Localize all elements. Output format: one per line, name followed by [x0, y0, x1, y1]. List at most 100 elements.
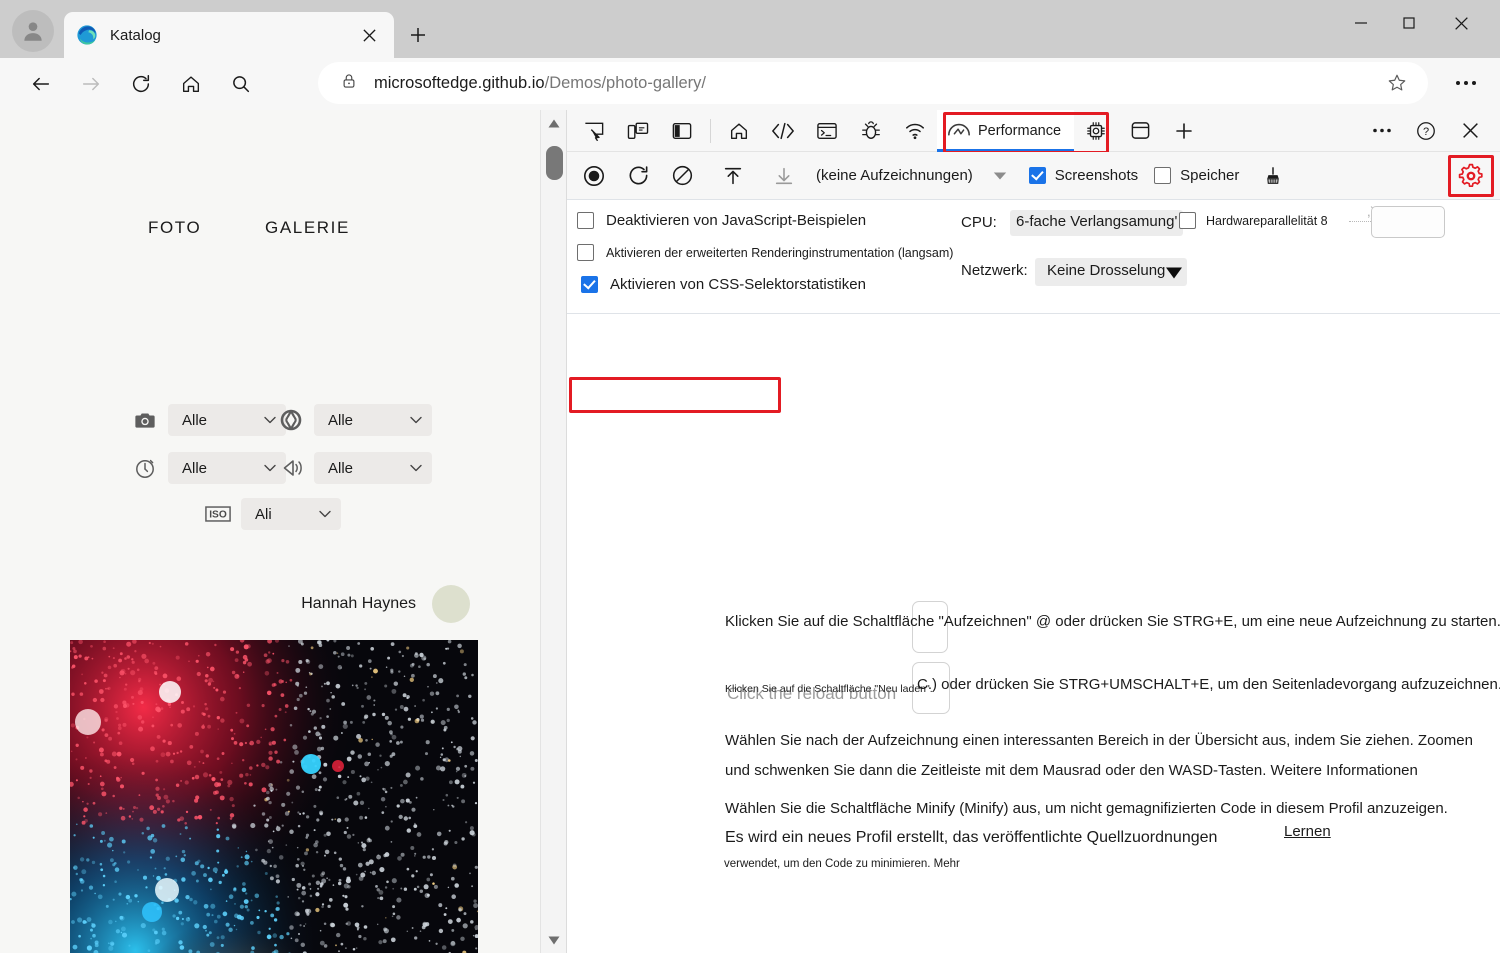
application-storage-icon[interactable] [1123, 116, 1157, 146]
minimize-icon [1355, 22, 1367, 24]
maximize-icon [1403, 17, 1415, 29]
home-button[interactable] [172, 65, 210, 103]
new-tab-button[interactable] [400, 19, 436, 51]
scroll-down-arrow-icon[interactable] [541, 927, 567, 953]
ellipsis-icon [1373, 128, 1391, 133]
record-circle-icon[interactable] [577, 161, 611, 191]
browser-tab[interactable]: Katalog [64, 12, 394, 58]
avatar [432, 585, 470, 623]
console-icon[interactable] [810, 116, 844, 146]
reload-and-record-icon[interactable] [621, 161, 655, 191]
svg-text:?: ? [1423, 126, 1429, 138]
setting-css-selector-stats[interactable]: Aktivieren von CSS-Selektorstatistiken [581, 276, 866, 293]
scrollbar-thumb[interactable] [546, 146, 563, 180]
hardware-concurrency-label: Hardwareparallelität 8 [1206, 213, 1328, 228]
close-icon [1454, 16, 1468, 30]
devtools-close-button[interactable] [1453, 116, 1487, 146]
back-button[interactable] [22, 65, 60, 103]
window-minimize-button[interactable] [1338, 0, 1384, 46]
dock-side-icon[interactable] [665, 116, 699, 146]
hint-minify-line3: verwendet, um den Code zu minimieren. Me… [724, 858, 960, 870]
setting-disable-js-samples[interactable]: Deaktivieren von JavaScript-Beispielen [577, 212, 866, 229]
upload-profile-icon[interactable] [716, 161, 750, 191]
add-panel-plus-icon[interactable] [1167, 116, 1201, 146]
camera-filter-value: Alle [182, 411, 208, 429]
hint-zoom-line2: und schwenken Sie dann die Zeitleiste mi… [725, 762, 1418, 779]
cpu-throttle-label: CPU: [961, 214, 997, 231]
chevron-down-icon [410, 416, 422, 424]
page-scrollbar[interactable] [540, 110, 566, 953]
address-bar[interactable]: microsoftedge.github.io/Demos/photo-gall… [318, 62, 1428, 104]
window-close-button[interactable] [1438, 0, 1484, 46]
cpu-throttle-value[interactable]: 6-fache Verlangsamung' [1010, 210, 1184, 236]
window-maximize-button[interactable] [1386, 0, 1432, 46]
close-icon [1462, 123, 1478, 138]
advanced-rendering-checkbox[interactable] [577, 244, 594, 261]
download-profile-icon[interactable] [767, 161, 801, 191]
hint-minify-line1: Wählen Sie die Schaltfläche Minify (Mini… [725, 800, 1448, 817]
tab-performance[interactable]: Performance [937, 109, 1075, 152]
performance-settings-drawer: Deaktivieren von JavaScript-Beispielen A… [567, 200, 1500, 314]
tab-galerie[interactable]: GALERIE [265, 218, 350, 238]
shutter-filter-select[interactable]: Alle [168, 452, 286, 484]
star-icon[interactable] [1380, 66, 1414, 100]
plus-icon [411, 28, 425, 42]
sources-debugger-icon[interactable] [854, 116, 888, 146]
browser-window-chrome: Katalog microsoftedge.github.io/Demos/ph… [0, 0, 1500, 110]
tab-title: Katalog [110, 26, 161, 44]
aperture-filter-select[interactable]: Alle [314, 404, 432, 436]
browser-more-button[interactable] [1448, 66, 1484, 100]
photo-author-name: Hannah Haynes [301, 595, 416, 612]
screenshots-checkbox-group[interactable]: Screenshots [1028, 167, 1138, 184]
hardware-concurrency-input[interactable] [1371, 206, 1445, 238]
search-button[interactable] [222, 65, 260, 103]
disable-js-samples-checkbox[interactable] [577, 212, 594, 229]
help-question-icon[interactable]: ? [1409, 116, 1443, 146]
filter-aperture: Alle [278, 404, 432, 436]
gear-icon[interactable] [1455, 160, 1487, 192]
camera-filter-select[interactable]: Alle [168, 404, 286, 436]
flash-icon [278, 455, 304, 481]
flash-filter-select[interactable]: Alle [314, 452, 432, 484]
device-emulation-icon[interactable] [621, 116, 655, 146]
forward-button[interactable] [72, 65, 110, 103]
home-icon[interactable] [722, 116, 756, 146]
gallery-tab-bar: FOTO GALERIE [148, 218, 408, 248]
clear-no-entry-icon[interactable] [665, 161, 699, 191]
network-icon[interactable] [898, 116, 932, 146]
setting-hardware-concurrency[interactable]: Hardwareparallelität 8 [1179, 212, 1328, 229]
reload-button[interactable] [122, 65, 160, 103]
memory-chip-icon[interactable] [1079, 116, 1113, 146]
devtools-more-button[interactable] [1365, 116, 1399, 146]
close-icon[interactable] [356, 22, 382, 48]
recording-status-text: (keine Aufzeichnungen) [816, 167, 973, 184]
screenshots-checkbox[interactable] [1028, 167, 1046, 184]
advanced-rendering-label: Aktivieren der erweiterten Renderinginst… [606, 245, 954, 260]
hint-reload: C.) oder drücken Sie STRG+UMSCHALT+E, um… [917, 676, 1500, 693]
aperture-icon [278, 407, 304, 433]
learn-more-link[interactable]: Lernen [1284, 823, 1331, 840]
lock-icon [340, 72, 358, 95]
performance-toolbar: (keine Aufzeichnungen) Screenshots Speic… [567, 152, 1500, 200]
photo-image[interactable] [70, 640, 478, 953]
shutter-filter-value: Alle [182, 459, 208, 477]
tab-foto[interactable]: FOTO [148, 218, 201, 238]
scroll-up-arrow-icon[interactable] [541, 110, 567, 136]
flash-filter-value: Alle [328, 459, 354, 477]
setting-advanced-rendering[interactable]: Aktivieren der erweiterten Renderinginst… [577, 244, 953, 261]
history-dropdown-button[interactable] [987, 163, 1013, 189]
devtools-tab-bar: Performance ? [567, 109, 1500, 154]
filter-shutter-speed: Alle [132, 452, 286, 484]
css-selector-stats-label: Aktivieren von CSS-Selektorstatistiken [610, 276, 866, 293]
hardware-concurrency-checkbox[interactable] [1179, 212, 1196, 229]
caret-down-icon [1165, 266, 1183, 285]
elements-icon[interactable] [766, 116, 800, 146]
memory-checkbox-group[interactable]: Speicher [1154, 167, 1239, 184]
broom-icon[interactable] [1257, 161, 1289, 191]
memory-checkbox[interactable] [1154, 167, 1172, 184]
profile-avatar-icon[interactable] [12, 10, 54, 52]
inspect-element-icon[interactable] [577, 116, 611, 146]
css-selector-stats-checkbox[interactable] [581, 276, 598, 293]
url-path: /Demos/photo-gallery/ [544, 73, 707, 92]
iso-filter-select[interactable]: Ali [241, 498, 341, 530]
